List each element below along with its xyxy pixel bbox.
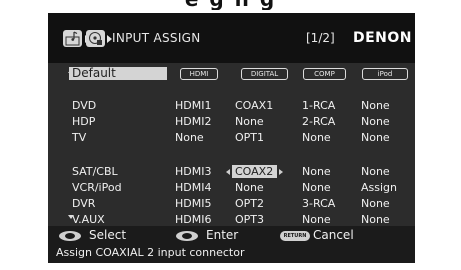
- row-comp-value[interactable]: None: [302, 181, 331, 194]
- row-hdmi-value[interactable]: HDMI6: [175, 213, 211, 226]
- row-digital-value[interactable]: OPT3: [235, 213, 264, 226]
- row-digital-value[interactable]: OPT1: [235, 131, 264, 144]
- select-prev-arrow-icon[interactable]: [226, 169, 230, 175]
- row-ipod-value[interactable]: Assign: [361, 181, 397, 194]
- music-input-icon: [63, 30, 82, 47]
- footer-bar: Select Enter RETURN Cancel Assign COAXIA…: [48, 226, 415, 263]
- row-ipod-value[interactable]: None: [361, 213, 390, 226]
- enter-button-icon: [176, 231, 198, 241]
- row-comp-value[interactable]: 3-RCA: [302, 197, 335, 210]
- row-ipod-value[interactable]: None: [361, 131, 390, 144]
- row-source-label[interactable]: SAT/CBL: [72, 165, 118, 178]
- row-digital-value[interactable]: None: [235, 181, 264, 194]
- cropped-heading-fragment: e g n g: [0, 0, 461, 10]
- scroll-down-icon[interactable]: [68, 215, 74, 219]
- row-comp-value[interactable]: 2-RCA: [302, 115, 335, 128]
- row-comp-value[interactable]: None: [302, 165, 331, 178]
- row-hdmi-value[interactable]: HDMI4: [175, 181, 211, 194]
- row-hdmi-value[interactable]: HDMI3: [175, 165, 211, 178]
- row-ipod-value[interactable]: None: [361, 115, 390, 128]
- page-indicator: [1/2]: [306, 31, 335, 45]
- column-header-ipod: iPod: [362, 68, 408, 80]
- row-hdmi-value[interactable]: HDMI1: [175, 99, 211, 112]
- select-next-arrow-icon[interactable]: [279, 169, 283, 175]
- cursor-pad-icon: [59, 231, 81, 241]
- disc-input-icon: [86, 30, 105, 47]
- row-ipod-value[interactable]: None: [361, 197, 390, 210]
- column-header-digital: DIGITAL: [241, 68, 288, 80]
- row-ipod-value[interactable]: None: [361, 99, 390, 112]
- row-hdmi-value[interactable]: None: [175, 131, 204, 144]
- row-ipod-value[interactable]: None: [361, 165, 390, 178]
- enter-hint: Enter: [206, 228, 239, 242]
- page-title: INPUT ASSIGN: [112, 31, 201, 45]
- row-comp-value[interactable]: 1-RCA: [302, 99, 335, 112]
- row-source-label[interactable]: DVD: [72, 99, 96, 112]
- row-hdmi-value[interactable]: HDMI2: [175, 115, 211, 128]
- column-header-hdmi: HDMI: [180, 68, 218, 80]
- default-option[interactable]: Default: [69, 67, 167, 80]
- row-digital-value[interactable]: COAX1: [235, 99, 273, 112]
- brand-logo: DENON: [353, 30, 413, 46]
- row-comp-value[interactable]: None: [302, 213, 331, 226]
- assign-table: Default HDMI DIGITAL COMP iPod DVD HDMI1…: [48, 63, 415, 226]
- row-source-label[interactable]: V.AUX: [72, 213, 105, 226]
- row-source-label[interactable]: DVR: [72, 197, 95, 210]
- return-button-icon: RETURN: [280, 231, 310, 241]
- row-comp-value[interactable]: None: [302, 131, 331, 144]
- column-header-comp: COMP: [303, 68, 346, 80]
- help-text: Assign COAXIAL 2 input connector: [56, 246, 245, 259]
- row-hdmi-value[interactable]: HDMI5: [175, 197, 211, 210]
- selected-digital-value[interactable]: COAX2: [232, 165, 277, 178]
- row-source-label[interactable]: VCR/iPod: [72, 181, 122, 194]
- select-hint: Select: [89, 228, 127, 242]
- row-digital-value[interactable]: OPT2: [235, 197, 264, 210]
- cancel-hint: Cancel: [313, 228, 354, 242]
- osd-screen: INPUT ASSIGN [1/2] DENON Default HDMI DI…: [48, 13, 415, 263]
- row-source-label[interactable]: TV: [72, 131, 86, 144]
- row-source-label[interactable]: HDP: [72, 115, 95, 128]
- row-digital-value[interactable]: None: [235, 115, 264, 128]
- header-bar: INPUT ASSIGN [1/2] DENON: [48, 13, 415, 63]
